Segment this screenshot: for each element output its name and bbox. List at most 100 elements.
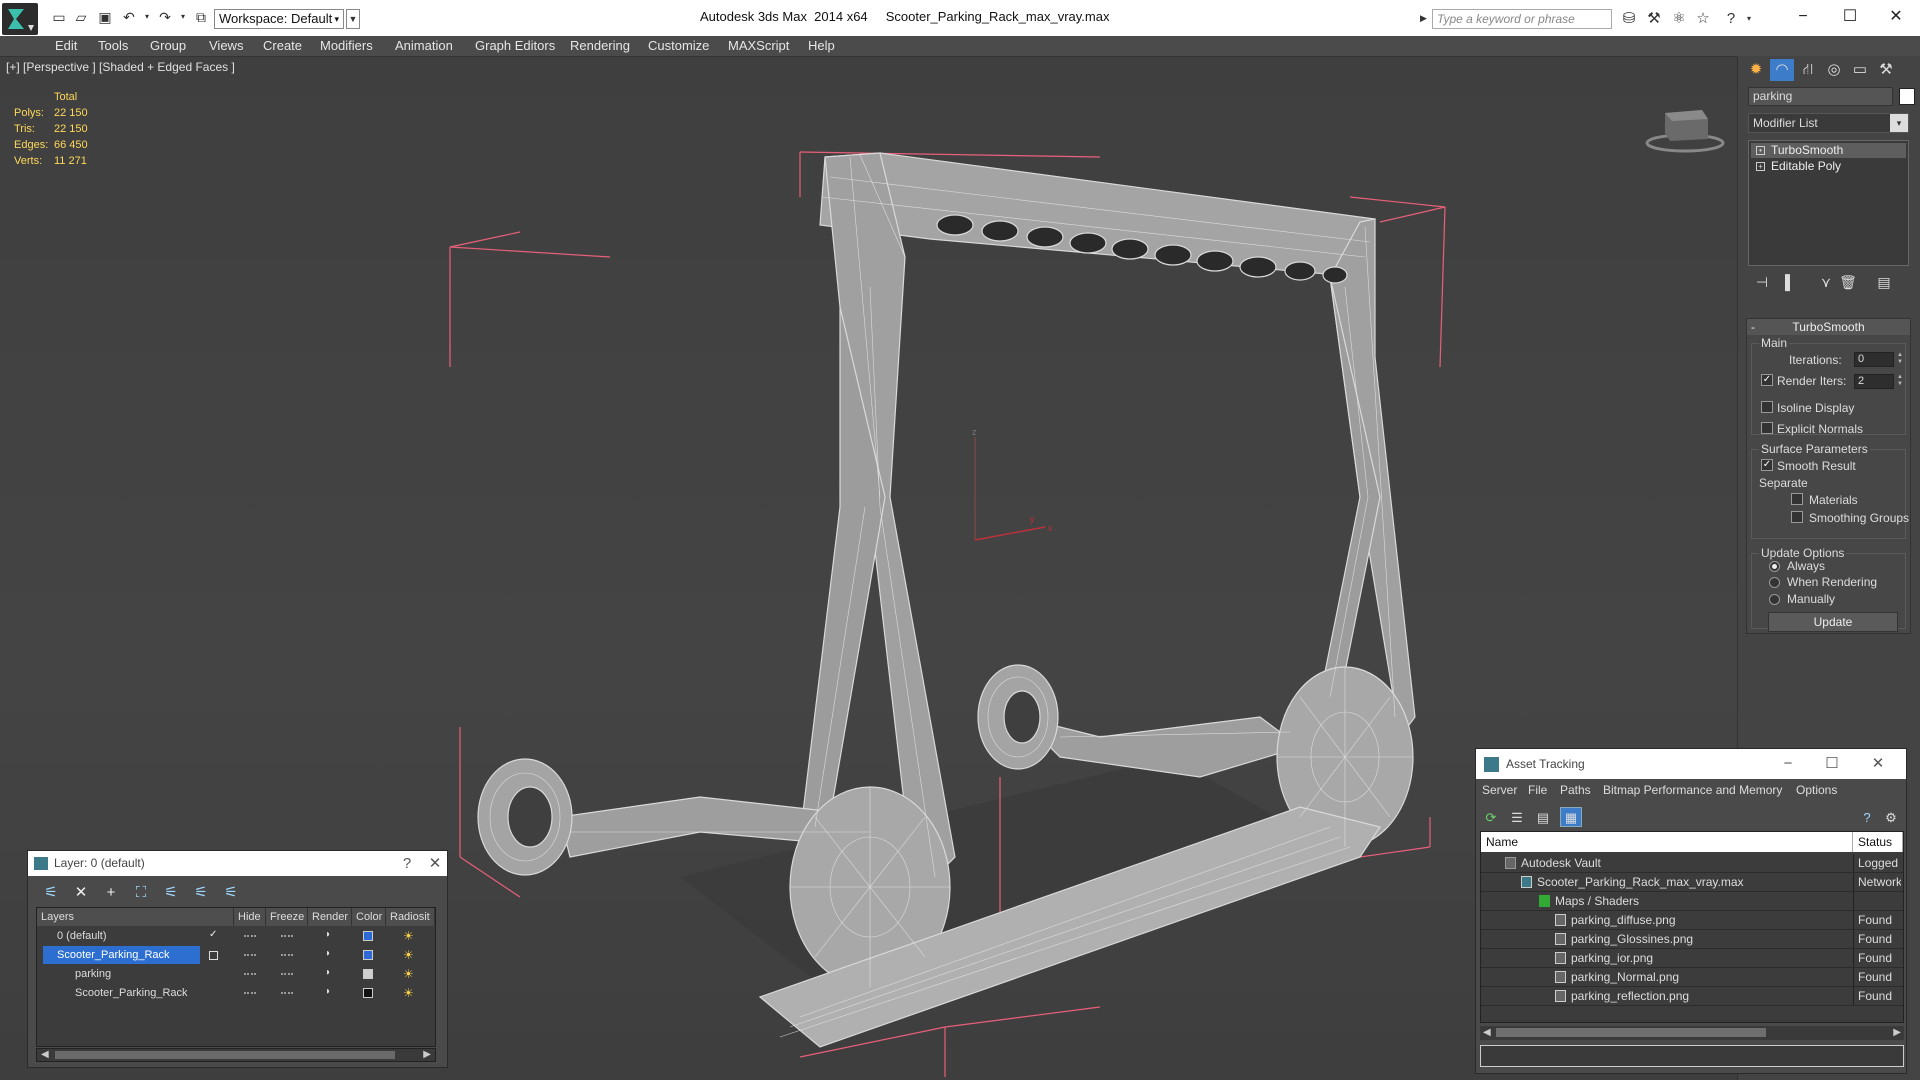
- display-tab-icon[interactable]: ▭: [1848, 59, 1872, 81]
- col-layers[interactable]: Layers: [37, 908, 234, 926]
- lightbulb-icon[interactable]: •: [1756, 146, 1765, 155]
- col-name[interactable]: Name: [1481, 832, 1853, 852]
- always-radio[interactable]: [1769, 561, 1780, 572]
- layer-row[interactable]: Scooter_Parking_Rack ◗ ☀: [37, 984, 435, 1003]
- create-tab-icon[interactable]: ✹: [1744, 59, 1768, 81]
- whats-this-icon[interactable]: ⚙: [1880, 807, 1902, 827]
- render-iters-checkbox[interactable]: ✓: [1761, 374, 1773, 386]
- asset-row[interactable]: parking_ior.png Found: [1481, 949, 1903, 968]
- make-unique-icon[interactable]: ⋎: [1816, 272, 1836, 292]
- hide-toggle[interactable]: [244, 973, 256, 975]
- close-icon[interactable]: ✕: [1873, 4, 1919, 30]
- explicit-normals-checkbox[interactable]: [1761, 422, 1773, 434]
- help-icon[interactable]: ?: [1856, 807, 1878, 827]
- smoothing-groups-checkbox[interactable]: [1791, 511, 1803, 523]
- menu-group[interactable]: Group: [150, 36, 186, 56]
- modify-tab-icon[interactable]: ◠: [1770, 59, 1794, 81]
- asset-horizontal-scrollbar[interactable]: ◀ ▶: [1480, 1026, 1904, 1040]
- asset-row[interactable]: parking_Glossines.png Found: [1481, 930, 1903, 949]
- isoline-checkbox[interactable]: [1761, 401, 1773, 413]
- pin-stack-icon[interactable]: ⊣: [1752, 272, 1772, 292]
- asset-row[interactable]: parking_Normal.png Found: [1481, 968, 1903, 987]
- menu-customize[interactable]: Customize: [648, 36, 709, 56]
- layer-color-swatch[interactable]: [363, 931, 373, 941]
- project-folder-icon[interactable]: ⧉: [192, 9, 210, 25]
- undo-icon[interactable]: ↶: [120, 9, 138, 25]
- workspace-select[interactable]: Workspace: Default ▾: [214, 9, 344, 29]
- hide-toggle[interactable]: [244, 992, 256, 994]
- col-render[interactable]: Render: [308, 908, 352, 926]
- render-teapot-icon[interactable]: ◗: [325, 949, 335, 959]
- favorites-star-icon[interactable]: ☆: [1694, 10, 1712, 28]
- when-rendering-radio[interactable]: [1769, 577, 1780, 588]
- table-view-icon[interactable]: ▦: [1560, 807, 1582, 827]
- scroll-right-icon[interactable]: ▶: [1893, 1026, 1901, 1040]
- refresh-icon[interactable]: ⟳: [1480, 807, 1502, 827]
- search-expand-icon[interactable]: ▶: [1420, 13, 1427, 24]
- render-teapot-icon[interactable]: ◗: [325, 930, 335, 940]
- hide-all-icon[interactable]: ⚟: [190, 883, 212, 903]
- remove-modifier-icon[interactable]: 🗑: [1838, 272, 1858, 292]
- show-end-result-icon[interactable]: ▌: [1780, 272, 1800, 292]
- freeze-toggle[interactable]: [281, 954, 293, 956]
- app-logo-icon[interactable]: [2, 3, 38, 35]
- update-button[interactable]: Update: [1768, 612, 1898, 632]
- stack-item-editable-poly[interactable]: + Editable Poly: [1751, 159, 1906, 174]
- maximize-icon[interactable]: ☐: [1827, 4, 1873, 30]
- hierarchy-tab-icon[interactable]: ⛙: [1796, 59, 1820, 81]
- render-teapot-icon[interactable]: ◗: [325, 987, 335, 997]
- materials-checkbox[interactable]: [1791, 493, 1803, 505]
- menu-rendering[interactable]: Rendering: [570, 36, 630, 56]
- col-radiosity[interactable]: Radiosit: [386, 908, 435, 926]
- menu-modifiers[interactable]: Modifiers: [320, 36, 373, 56]
- asset-row[interactable]: Scooter_Parking_Rack_max_vray.max Networ…: [1481, 873, 1903, 892]
- highlight-layer-icon[interactable]: ⚟: [160, 883, 182, 903]
- modifier-list-dropdown[interactable]: Modifier List ▾: [1748, 113, 1909, 133]
- asset-menu-bitmap[interactable]: Bitmap Performance and Memory: [1603, 779, 1782, 801]
- spinner-arrows-icon[interactable]: ▲ ▼: [1895, 374, 1905, 389]
- redo-dropdown-icon[interactable]: ▾: [174, 9, 192, 25]
- freeze-toggle[interactable]: [281, 935, 293, 937]
- binoculars-icon[interactable]: ⛁: [1620, 10, 1638, 28]
- expand-plus-icon[interactable]: +: [1756, 162, 1765, 171]
- delete-layer-icon[interactable]: ✕: [70, 883, 92, 903]
- open-file-icon[interactable]: ▱: [72, 9, 90, 25]
- search-input[interactable]: Type a keyword or phrase: [1432, 9, 1612, 29]
- menu-edit[interactable]: Edit: [55, 36, 77, 56]
- scroll-thumb[interactable]: [1496, 1028, 1766, 1037]
- viewport-label[interactable]: [+] [Perspective ] [Shaded + Edged Faces…: [6, 60, 235, 74]
- menu-tools[interactable]: Tools: [98, 36, 128, 56]
- asset-menu-server[interactable]: Server: [1482, 779, 1517, 801]
- asset-row[interactable]: Maps / Shaders: [1481, 892, 1903, 911]
- workspace-menu-icon[interactable]: ▼: [346, 9, 360, 29]
- configure-sets-icon[interactable]: ▤: [1874, 272, 1894, 292]
- viewcube-icon[interactable]: [1640, 95, 1730, 155]
- layer-row[interactable]: parking ◗ ☀: [37, 965, 435, 984]
- scroll-right-icon[interactable]: ▶: [423, 1049, 431, 1061]
- asset-row[interactable]: parking_diffuse.png Found: [1481, 911, 1903, 930]
- object-name-field[interactable]: parking: [1748, 87, 1893, 106]
- subscription-icon[interactable]: ⚒: [1645, 10, 1663, 28]
- asset-path-field[interactable]: [1480, 1045, 1904, 1067]
- menu-maxscript[interactable]: MAXScript: [728, 36, 789, 56]
- col-color[interactable]: Color: [352, 908, 386, 926]
- communication-center-icon[interactable]: ⚛: [1670, 10, 1688, 28]
- select-objects-icon[interactable]: ⛶: [130, 883, 152, 903]
- freeze-toggle[interactable]: [281, 973, 293, 975]
- render-teapot-icon[interactable]: ◗: [325, 968, 335, 978]
- scroll-thumb[interactable]: [55, 1051, 395, 1059]
- manually-radio[interactable]: [1769, 594, 1780, 605]
- col-status[interactable]: Status: [1853, 832, 1903, 852]
- asset-menu-file[interactable]: File: [1528, 779, 1547, 801]
- active-layer-check-icon[interactable]: ✓: [209, 930, 219, 940]
- add-to-layer-icon[interactable]: +: [100, 883, 122, 903]
- hide-toggle[interactable]: [244, 935, 256, 937]
- radiosity-lamp-icon[interactable]: ☀: [403, 986, 419, 1000]
- menu-help[interactable]: Help: [808, 36, 835, 56]
- freeze-toggle[interactable]: [281, 992, 293, 994]
- layer-row[interactable]: Scooter_Parking_Rack ◗ ☀: [37, 946, 435, 965]
- save-icon[interactable]: ▣: [96, 9, 114, 25]
- layer-color-swatch[interactable]: [363, 969, 373, 979]
- detail-view-icon[interactable]: ▤: [1532, 807, 1554, 827]
- radiosity-lamp-icon[interactable]: ☀: [403, 967, 419, 981]
